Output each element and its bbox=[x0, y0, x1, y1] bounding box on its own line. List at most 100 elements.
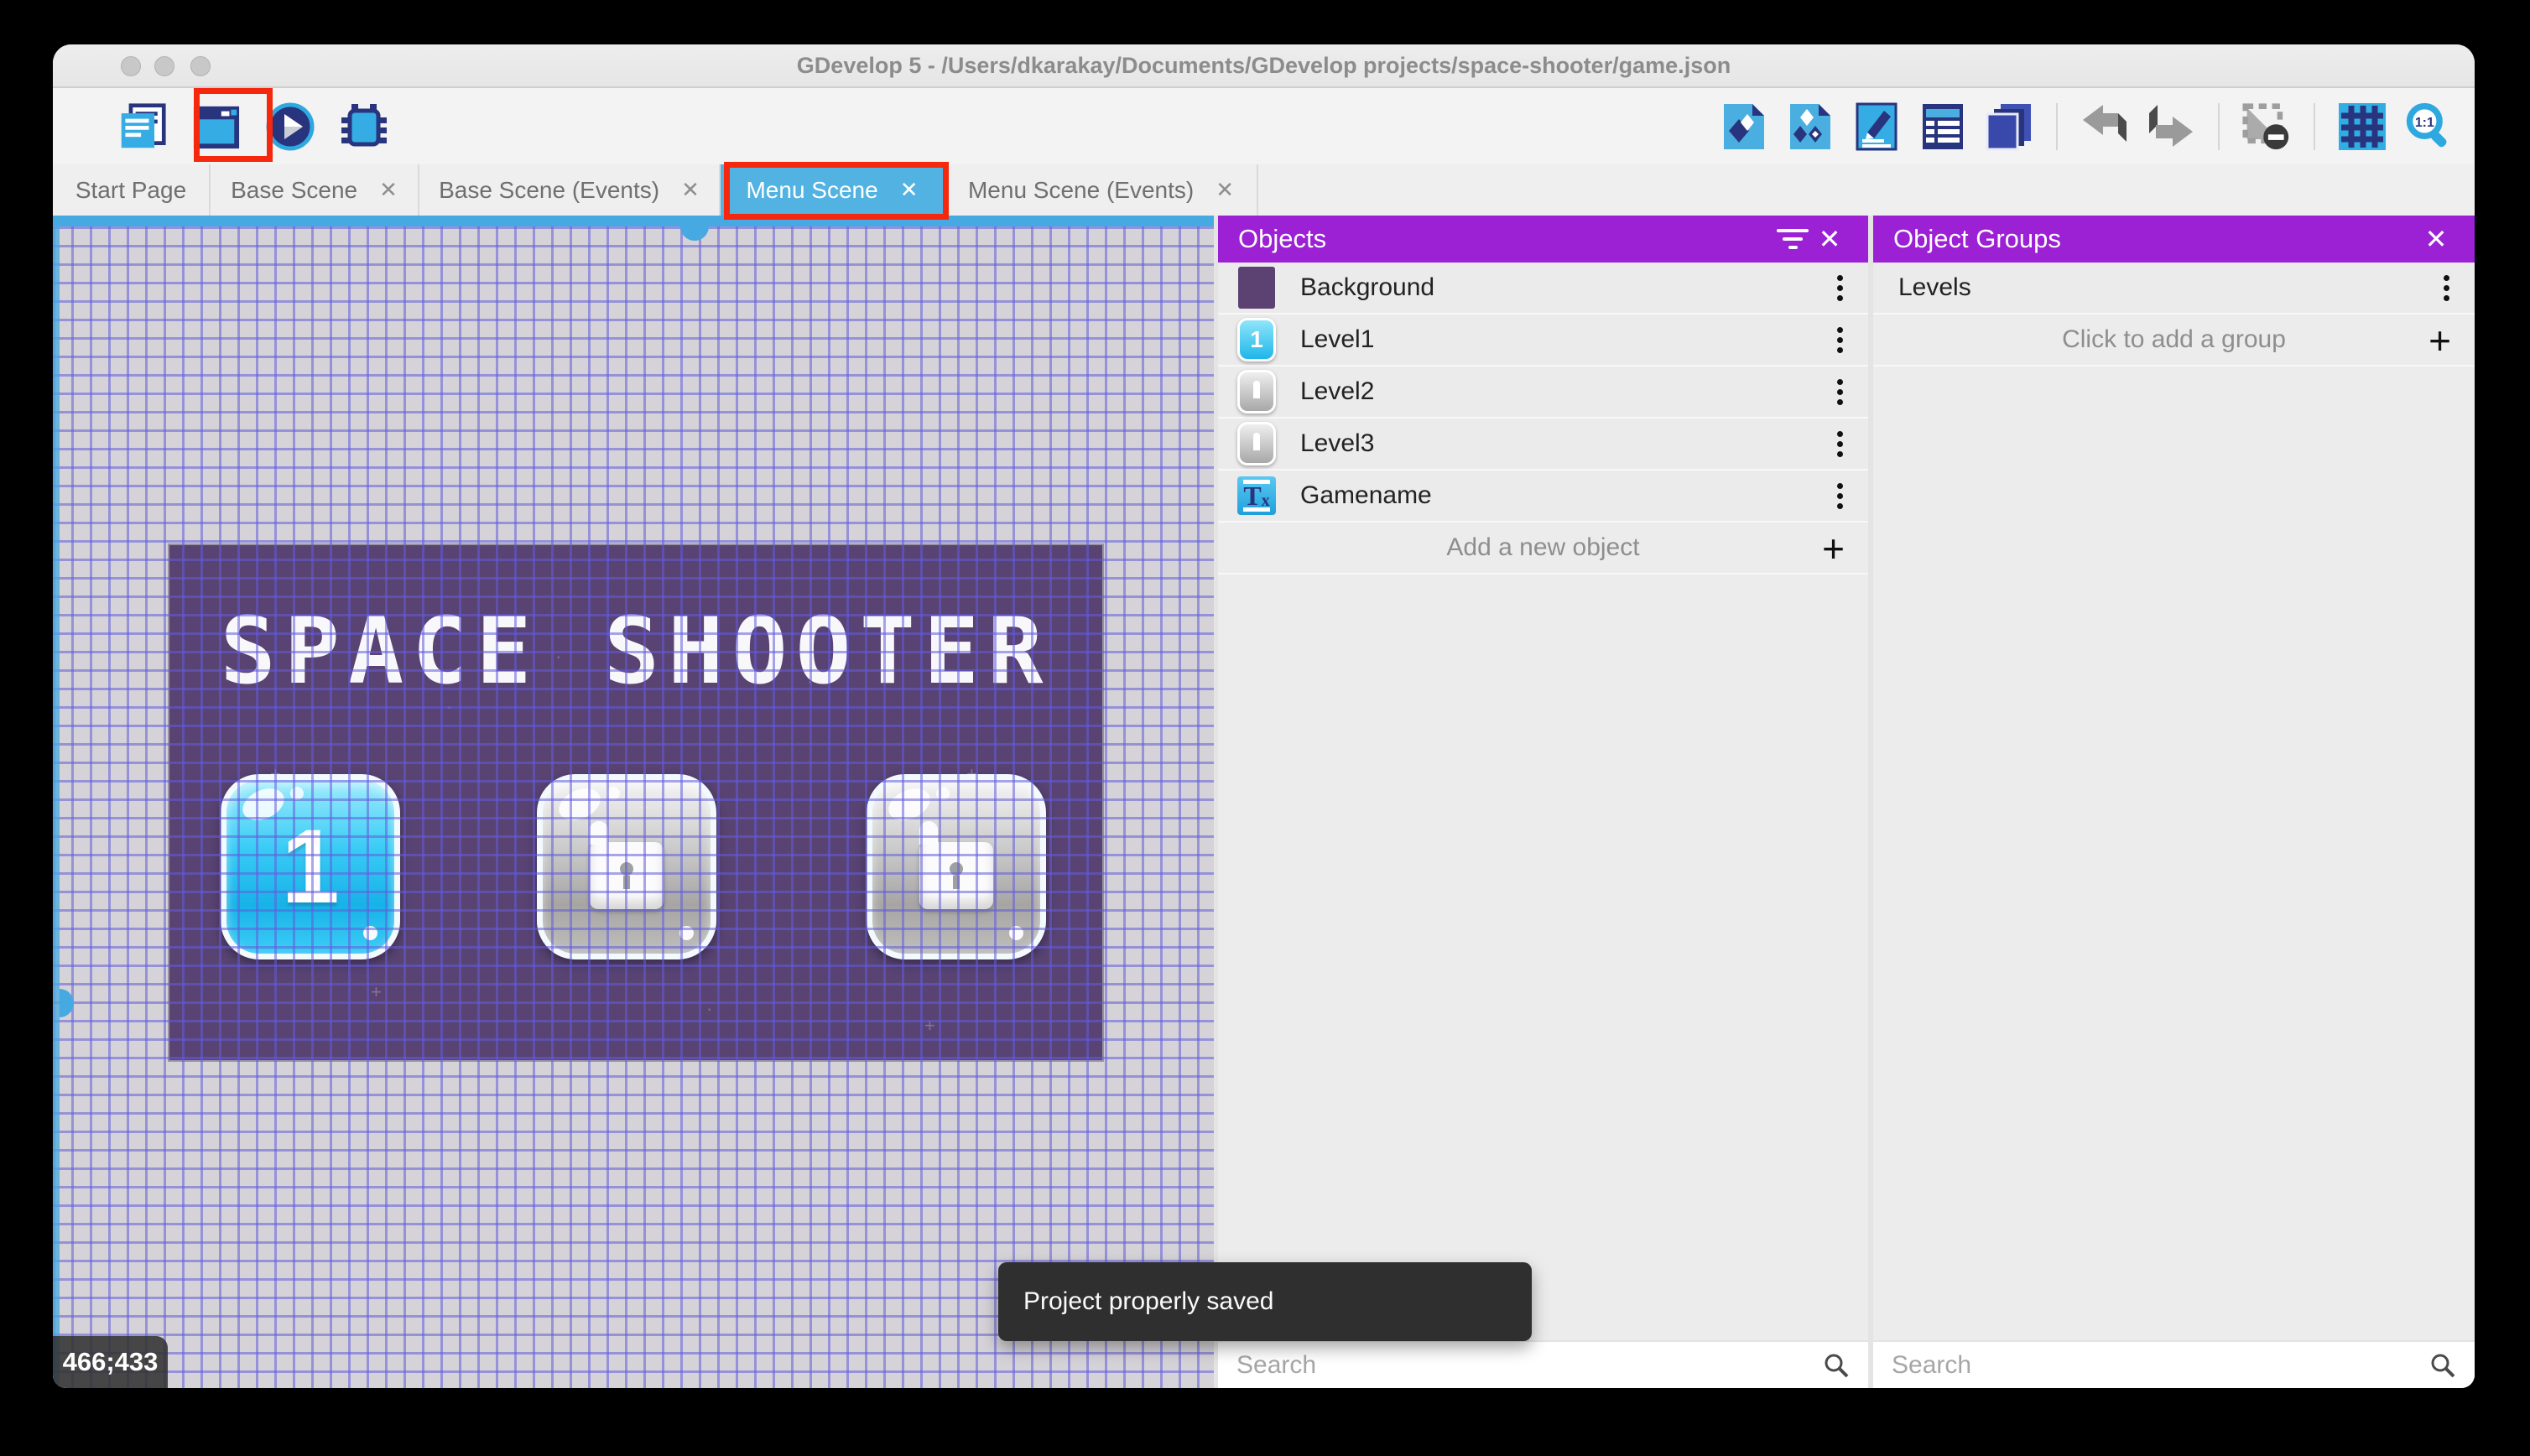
level-1-button[interactable]: 1 bbox=[221, 774, 400, 959]
locked-level-icon bbox=[1237, 422, 1276, 465]
tab-close-icon[interactable]: ✕ bbox=[681, 177, 700, 203]
object-groups-panel-header: Object Groups ✕ bbox=[1873, 216, 2475, 263]
level-number: 1 bbox=[281, 807, 340, 927]
launch-preview-icon[interactable] bbox=[266, 102, 315, 151]
star-speck: + bbox=[966, 763, 977, 785]
star-speck: + bbox=[924, 1015, 935, 1037]
item-menu-icon[interactable] bbox=[2444, 275, 2456, 301]
item-menu-icon[interactable] bbox=[1837, 327, 1850, 353]
tab-bar: Start PageBase Scene✕Base Scene (Events)… bbox=[53, 164, 2475, 216]
main-area: SPACE SHOOTER 1 + · + · + · + · + · 466;433 Objec… bbox=[53, 216, 2475, 1388]
tab-close-icon[interactable]: ✕ bbox=[379, 177, 398, 203]
zoom-1-1-icon[interactable]: 1:1 bbox=[2404, 102, 2453, 151]
tab-label: Base Scene bbox=[231, 177, 357, 204]
filter-icon[interactable] bbox=[1774, 221, 1811, 257]
undo-icon[interactable] bbox=[2080, 102, 2129, 151]
object-groups-list: Levels bbox=[1873, 263, 2475, 315]
star-speck: · bbox=[706, 998, 712, 1020]
redo-icon[interactable] bbox=[2147, 102, 2195, 151]
save-toast: Project properly saved bbox=[998, 1262, 1532, 1341]
instances-list-icon[interactable] bbox=[1918, 102, 1967, 151]
add-group-plus-icon[interactable]: + bbox=[2428, 318, 2451, 363]
item-menu-icon[interactable] bbox=[1837, 379, 1850, 405]
window-title: GDevelop 5 - /Users/dkarakay/Documents/G… bbox=[53, 44, 2475, 88]
level-button-icon: 1 bbox=[1237, 318, 1276, 361]
list-item-gamename[interactable]: TxGamename bbox=[1218, 471, 1868, 523]
vertical-scroll-thumb[interactable] bbox=[60, 989, 74, 1017]
toggle-window-mask-icon[interactable] bbox=[2242, 102, 2291, 151]
project-manager-icon[interactable] bbox=[118, 102, 167, 151]
item-label: Level2 bbox=[1300, 377, 1374, 406]
tab-label: Start Page bbox=[75, 177, 186, 204]
lock-icon bbox=[590, 830, 664, 909]
star-speck: + bbox=[371, 981, 382, 1003]
gdevelop-window: GDevelop 5 - /Users/dkarakay/Documents/G… bbox=[53, 44, 2475, 1388]
tab-base-scene-events-[interactable]: Base Scene (Events) ✕ bbox=[419, 164, 721, 216]
background-swatch-icon bbox=[1238, 267, 1275, 309]
item-label: Level3 bbox=[1300, 429, 1374, 458]
toolbar-right-group: 1:1 bbox=[1720, 88, 2453, 164]
annotation-play-button-highlight bbox=[194, 88, 273, 162]
launch-debugger-icon[interactable] bbox=[340, 102, 388, 151]
locked-level-button[interactable] bbox=[537, 774, 716, 959]
locked-level-icon bbox=[1237, 370, 1276, 413]
objects-panel: Objects ✕ Background1 Level1 Level2 Level3 T… bbox=[1218, 216, 1868, 1388]
scene-canvas[interactable]: SPACE SHOOTER 1 + · + · + · + · + · 466;433 bbox=[53, 216, 1214, 1388]
tab-label: Base Scene (Events) bbox=[439, 177, 659, 204]
add-group-row[interactable]: Click to add a group + bbox=[1873, 315, 2475, 367]
add-object-plus-icon[interactable]: + bbox=[1822, 526, 1845, 571]
add-group-label: Click to add a group bbox=[2062, 325, 2286, 354]
vertical-scrollbar[interactable] bbox=[53, 226, 60, 1388]
toolbar-separator bbox=[2218, 103, 2220, 150]
scene-title-text[interactable]: SPACE SHOOTER bbox=[169, 597, 1102, 705]
objects-search-input[interactable] bbox=[1236, 1351, 1823, 1380]
toolbar-separator bbox=[2314, 103, 2315, 150]
object-groups-editor-icon[interactable] bbox=[1786, 102, 1835, 151]
star-speck: + bbox=[639, 797, 650, 819]
list-item-level3[interactable]: Level3 bbox=[1218, 419, 1868, 471]
objects-editor-icon[interactable] bbox=[1720, 102, 1768, 151]
close-object-groups-panel-icon[interactable]: ✕ bbox=[2418, 221, 2455, 257]
groups-search-input[interactable] bbox=[1892, 1351, 2429, 1380]
star-speck: · bbox=[555, 646, 561, 668]
tab-start-page[interactable]: Start Page bbox=[53, 164, 211, 216]
horizontal-scrollbar[interactable] bbox=[53, 216, 1214, 226]
objects-panel-header: Objects ✕ bbox=[1218, 216, 1868, 263]
list-item-background[interactable]: Background bbox=[1218, 263, 1868, 315]
locked-level-button[interactable] bbox=[867, 774, 1046, 959]
groups-search-bar bbox=[1873, 1340, 2475, 1388]
list-item-levels[interactable]: Levels bbox=[1873, 263, 2475, 315]
object-groups-panel: Object Groups ✕ Levels Click to add a gr… bbox=[1873, 216, 2475, 1388]
add-object-row[interactable]: Add a new object + bbox=[1218, 523, 1868, 575]
tab-base-scene[interactable]: Base Scene ✕ bbox=[211, 164, 419, 216]
lock-icon bbox=[919, 830, 993, 909]
titlebar: GDevelop 5 - /Users/dkarakay/Documents/G… bbox=[53, 44, 2475, 88]
objects-list: Background1 Level1 Level2 Level3 TxGamename bbox=[1218, 263, 1868, 523]
item-label: Levels bbox=[1898, 273, 1971, 302]
layers-icon[interactable] bbox=[1985, 102, 2033, 151]
close-objects-panel-icon[interactable]: ✕ bbox=[1811, 221, 1848, 257]
item-menu-icon[interactable] bbox=[1837, 483, 1850, 509]
tab-close-icon[interactable]: ✕ bbox=[1216, 177, 1234, 203]
list-item-level1[interactable]: 1 Level1 bbox=[1218, 315, 1868, 367]
horizontal-scroll-thumb[interactable] bbox=[680, 226, 709, 241]
item-menu-icon[interactable] bbox=[1837, 431, 1850, 457]
star-speck: · bbox=[1042, 897, 1048, 919]
properties-icon[interactable] bbox=[1852, 102, 1901, 151]
list-item-level2[interactable]: Level2 bbox=[1218, 367, 1868, 419]
object-groups-panel-title: Object Groups bbox=[1893, 224, 2061, 254]
text-object-icon: Tx bbox=[1237, 476, 1276, 515]
item-label: Level1 bbox=[1300, 325, 1374, 354]
objects-panel-title: Objects bbox=[1238, 224, 1326, 254]
annotation-menu-scene-tab-highlight bbox=[724, 162, 949, 220]
star-speck: · bbox=[807, 671, 813, 693]
cursor-coordinates-badge: 466;433 bbox=[53, 1336, 168, 1388]
star-speck: + bbox=[270, 763, 281, 785]
game-scene-background[interactable]: SPACE SHOOTER 1 + · + · + · + · + · bbox=[169, 545, 1102, 1060]
toggle-grid-icon[interactable] bbox=[2338, 102, 2387, 151]
toolbar: 1:1 bbox=[53, 88, 2475, 164]
tab-menu-scene-events-[interactable]: Menu Scene (Events)✕ bbox=[945, 164, 1258, 216]
svg-text:1:1: 1:1 bbox=[2415, 116, 2434, 130]
star-speck: · bbox=[446, 696, 452, 718]
item-menu-icon[interactable] bbox=[1837, 275, 1850, 301]
